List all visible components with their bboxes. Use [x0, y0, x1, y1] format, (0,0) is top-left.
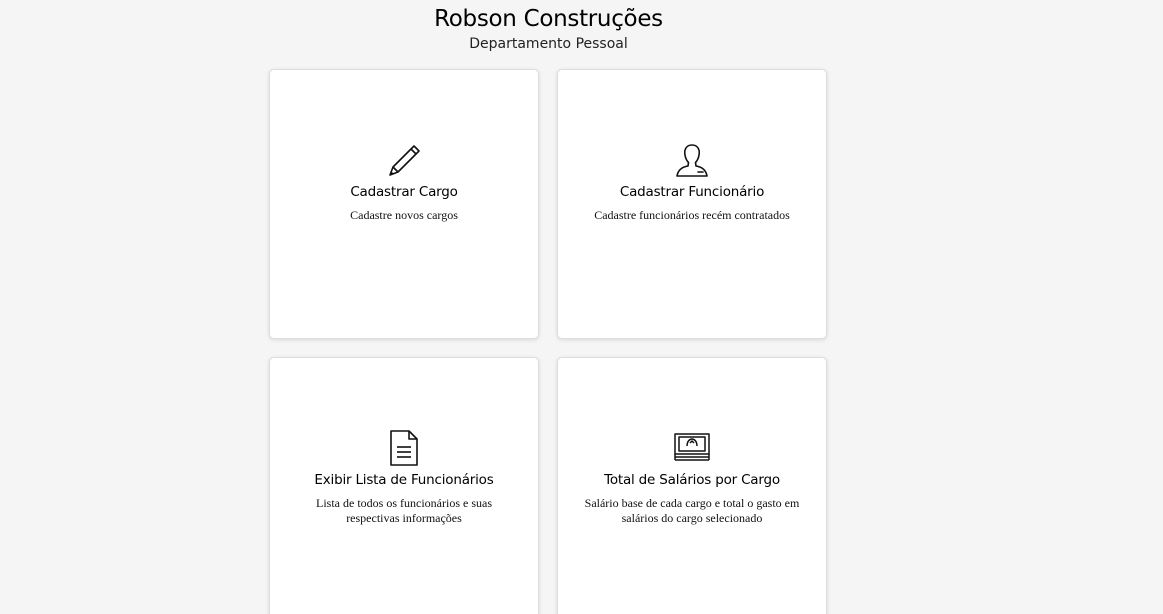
money-icon [558, 430, 826, 466]
card-cadastrar-funcionario[interactable]: Cadastrar Funcionário Cadastre funcionár… [557, 69, 827, 339]
page-subtitle: Departamento Pessoal [469, 36, 628, 52]
page-title: Robson Construções [434, 6, 663, 32]
card-description: Cadastre novos cargos [350, 208, 458, 222]
card-description: Cadastre funcionários recém contratados [594, 208, 790, 222]
card-exibir-lista-funcionarios[interactable]: Exibir Lista de Funcionários Lista de to… [269, 357, 539, 614]
user-icon [558, 142, 826, 178]
pencil-icon [270, 142, 538, 178]
card-title: Total de Salários por Cargo [604, 472, 780, 488]
document-icon [270, 430, 538, 466]
card-cadastrar-cargo[interactable]: Cadastrar Cargo Cadastre novos cargos [269, 69, 539, 339]
card-description: Lista de todos os funcionários e suas re… [316, 496, 492, 525]
card-description: Salário base de cada cargo e total o gas… [584, 496, 800, 525]
card-title: Cadastrar Cargo [350, 184, 458, 200]
card-title: Cadastrar Funcionário [619, 184, 765, 200]
card-total-salarios-cargo[interactable]: Total de Salários por Cargo Salário base… [557, 357, 827, 614]
card-title: Exibir Lista de Funcionários [314, 472, 494, 488]
